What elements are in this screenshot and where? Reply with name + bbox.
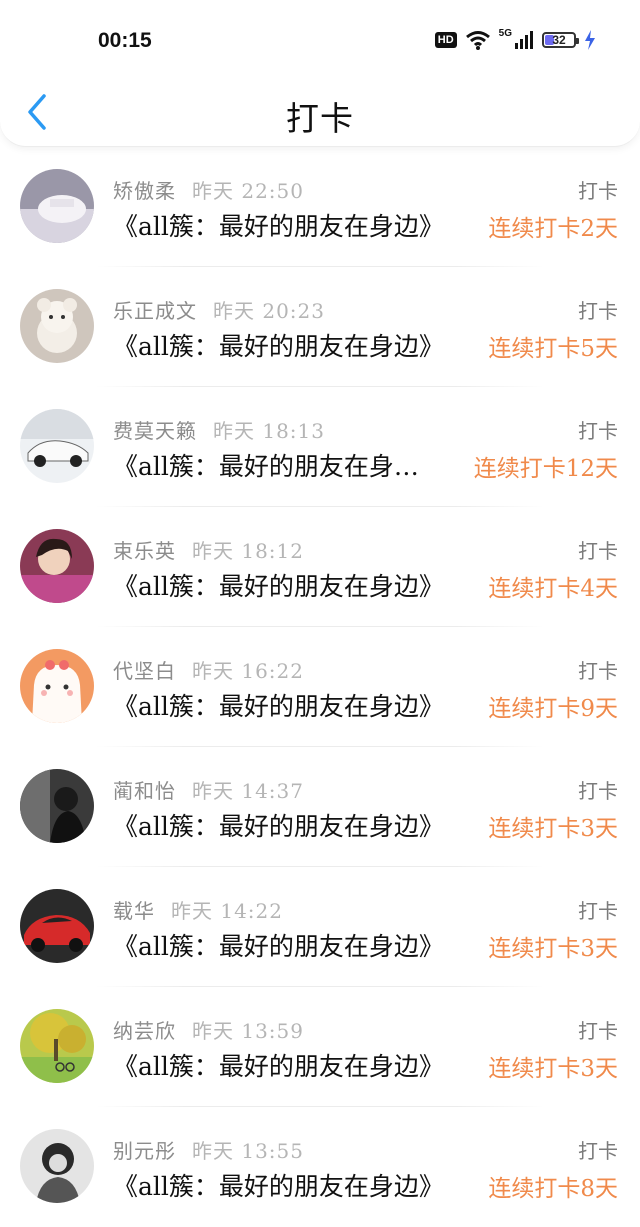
book-title[interactable]: 《all簇：最好的朋友在身边》 bbox=[113, 567, 463, 603]
checkin-time: 昨天 20:23 bbox=[213, 299, 325, 323]
checkin-type: 打卡 bbox=[578, 779, 618, 803]
user-name: 代坚白 昨天 16:22 bbox=[113, 655, 304, 684]
checkin-time: 昨天 16:22 bbox=[192, 659, 304, 683]
user-name: 载华 昨天 14:22 bbox=[113, 895, 283, 924]
checkin-list: 矫傲柔 昨天 22:50 打卡 《all簇：最好的朋友在身边》 连续打卡2天 乐正… bbox=[0, 147, 640, 1227]
avatar[interactable] bbox=[20, 529, 94, 603]
signal-icon bbox=[515, 31, 533, 49]
avatar[interactable] bbox=[20, 409, 94, 483]
user-name: 蔺和怡 昨天 14:37 bbox=[113, 775, 304, 804]
battery-level: 32 bbox=[552, 33, 566, 47]
user-name: 矫傲柔 昨天 22:50 bbox=[113, 175, 304, 204]
charging-icon bbox=[585, 30, 595, 50]
status-time: 00:15 bbox=[98, 29, 152, 52]
streak-label: 连续打卡4天 bbox=[488, 576, 618, 602]
checkin-time: 昨天 18:12 bbox=[192, 539, 304, 563]
checkin-row[interactable]: 别元彤 昨天 13:55 打卡 《all簇：最好的朋友在身边》 连续打卡8天 bbox=[0, 1107, 640, 1227]
checkin-type: 打卡 bbox=[578, 419, 618, 443]
streak-label: 连续打卡3天 bbox=[488, 1056, 618, 1082]
wifi-icon bbox=[465, 31, 490, 50]
avatar[interactable] bbox=[20, 769, 94, 843]
checkin-time: 昨天 13:55 bbox=[192, 1139, 304, 1163]
checkin-type: 打卡 bbox=[578, 1139, 618, 1163]
book-title[interactable]: 《all簇：最好的朋友在身边》 bbox=[113, 327, 463, 363]
checkin-time: 昨天 13:59 bbox=[192, 1019, 304, 1043]
streak-label: 连续打卡3天 bbox=[488, 816, 618, 842]
checkin-time: 昨天 18:13 bbox=[213, 419, 325, 443]
user-name-text: 束乐英 bbox=[113, 539, 176, 563]
user-name-text: 费莫天籁 bbox=[113, 419, 197, 443]
user-name-text: 蔺和怡 bbox=[113, 779, 176, 803]
avatar[interactable] bbox=[20, 889, 94, 963]
checkin-time: 昨天 22:50 bbox=[192, 179, 304, 203]
checkin-row[interactable]: 代坚白 昨天 16:22 打卡 《all簇：最好的朋友在身边》 连续打卡9天 bbox=[0, 627, 640, 747]
checkin-row[interactable]: 蔺和怡 昨天 14:37 打卡 《all簇：最好的朋友在身边》 连续打卡3天 bbox=[0, 747, 640, 867]
streak-label: 连续打卡3天 bbox=[488, 936, 618, 962]
user-name: 束乐英 昨天 18:12 bbox=[113, 535, 304, 564]
checkin-type: 打卡 bbox=[578, 899, 618, 923]
status-bar: 00:15 HD 5G 32 bbox=[0, 0, 640, 80]
streak-label: 连续打卡2天 bbox=[488, 216, 618, 242]
book-title[interactable]: 《all簇：最好的朋友在身边》 bbox=[113, 1167, 463, 1203]
title-bar: 打卡 bbox=[0, 80, 640, 146]
user-name-text: 矫傲柔 bbox=[113, 179, 176, 203]
user-name: 纳芸欣 昨天 13:59 bbox=[113, 1015, 304, 1044]
checkin-row[interactable]: 载华 昨天 14:22 打卡 《all簇：最好的朋友在身边》 连续打卡3天 bbox=[0, 867, 640, 987]
user-name-text: 别元彤 bbox=[113, 1139, 176, 1163]
book-title[interactable]: 《all簇：最好的朋友在身… bbox=[113, 447, 463, 483]
user-name: 别元彤 昨天 13:55 bbox=[113, 1135, 304, 1164]
book-title[interactable]: 《all簇：最好的朋友在身边》 bbox=[113, 807, 463, 843]
streak-label: 连续打卡5天 bbox=[488, 336, 618, 362]
user-name-text: 乐正成文 bbox=[113, 299, 197, 323]
avatar[interactable] bbox=[20, 649, 94, 723]
checkin-row[interactable]: 矫傲柔 昨天 22:50 打卡 《all簇：最好的朋友在身边》 连续打卡2天 bbox=[0, 147, 640, 267]
avatar[interactable] bbox=[20, 1129, 94, 1203]
book-title[interactable]: 《all簇：最好的朋友在身边》 bbox=[113, 927, 463, 963]
avatar[interactable] bbox=[20, 289, 94, 363]
status-icons: HD 5G 32 bbox=[434, 27, 596, 50]
page-title: 打卡 bbox=[286, 99, 354, 138]
checkin-type: 打卡 bbox=[578, 299, 618, 323]
book-title[interactable]: 《all簇：最好的朋友在身边》 bbox=[113, 687, 463, 723]
checkin-type: 打卡 bbox=[578, 1019, 618, 1043]
streak-label: 连续打卡9天 bbox=[488, 696, 618, 722]
user-name-text: 纳芸欣 bbox=[113, 1019, 176, 1043]
header: 00:15 HD 5G 32 打卡 bbox=[0, 0, 640, 147]
avatar[interactable] bbox=[20, 1009, 94, 1083]
book-title[interactable]: 《all簇：最好的朋友在身边》 bbox=[113, 207, 463, 243]
avatar[interactable] bbox=[20, 169, 94, 243]
checkin-type: 打卡 bbox=[578, 659, 618, 683]
battery-icon: 32 bbox=[542, 32, 579, 48]
checkin-row[interactable]: 乐正成文 昨天 20:23 打卡 《all簇：最好的朋友在身边》 连续打卡5天 bbox=[0, 267, 640, 387]
user-name-text: 代坚白 bbox=[113, 659, 176, 683]
book-title[interactable]: 《all簇：最好的朋友在身边》 bbox=[113, 1047, 463, 1083]
user-name-text: 载华 bbox=[113, 899, 155, 923]
user-name: 费莫天籁 昨天 18:13 bbox=[113, 415, 325, 444]
user-name: 乐正成文 昨天 20:23 bbox=[113, 295, 325, 324]
hd-icon: HD bbox=[434, 32, 457, 48]
checkin-time: 昨天 14:22 bbox=[171, 899, 283, 923]
streak-label: 连续打卡12天 bbox=[473, 456, 618, 482]
checkin-row[interactable]: 费莫天籁 昨天 18:13 打卡 《all簇：最好的朋友在身… 连续打卡12天 bbox=[0, 387, 640, 507]
checkin-row[interactable]: 束乐英 昨天 18:12 打卡 《all簇：最好的朋友在身边》 连续打卡4天 bbox=[0, 507, 640, 627]
checkin-type: 打卡 bbox=[578, 179, 618, 203]
network-type: 5G bbox=[498, 27, 512, 39]
streak-label: 连续打卡8天 bbox=[488, 1176, 618, 1202]
checkin-time: 昨天 14:37 bbox=[192, 779, 304, 803]
checkin-row[interactable]: 纳芸欣 昨天 13:59 打卡 《all簇：最好的朋友在身边》 连续打卡3天 bbox=[0, 987, 640, 1107]
checkin-type: 打卡 bbox=[578, 539, 618, 563]
